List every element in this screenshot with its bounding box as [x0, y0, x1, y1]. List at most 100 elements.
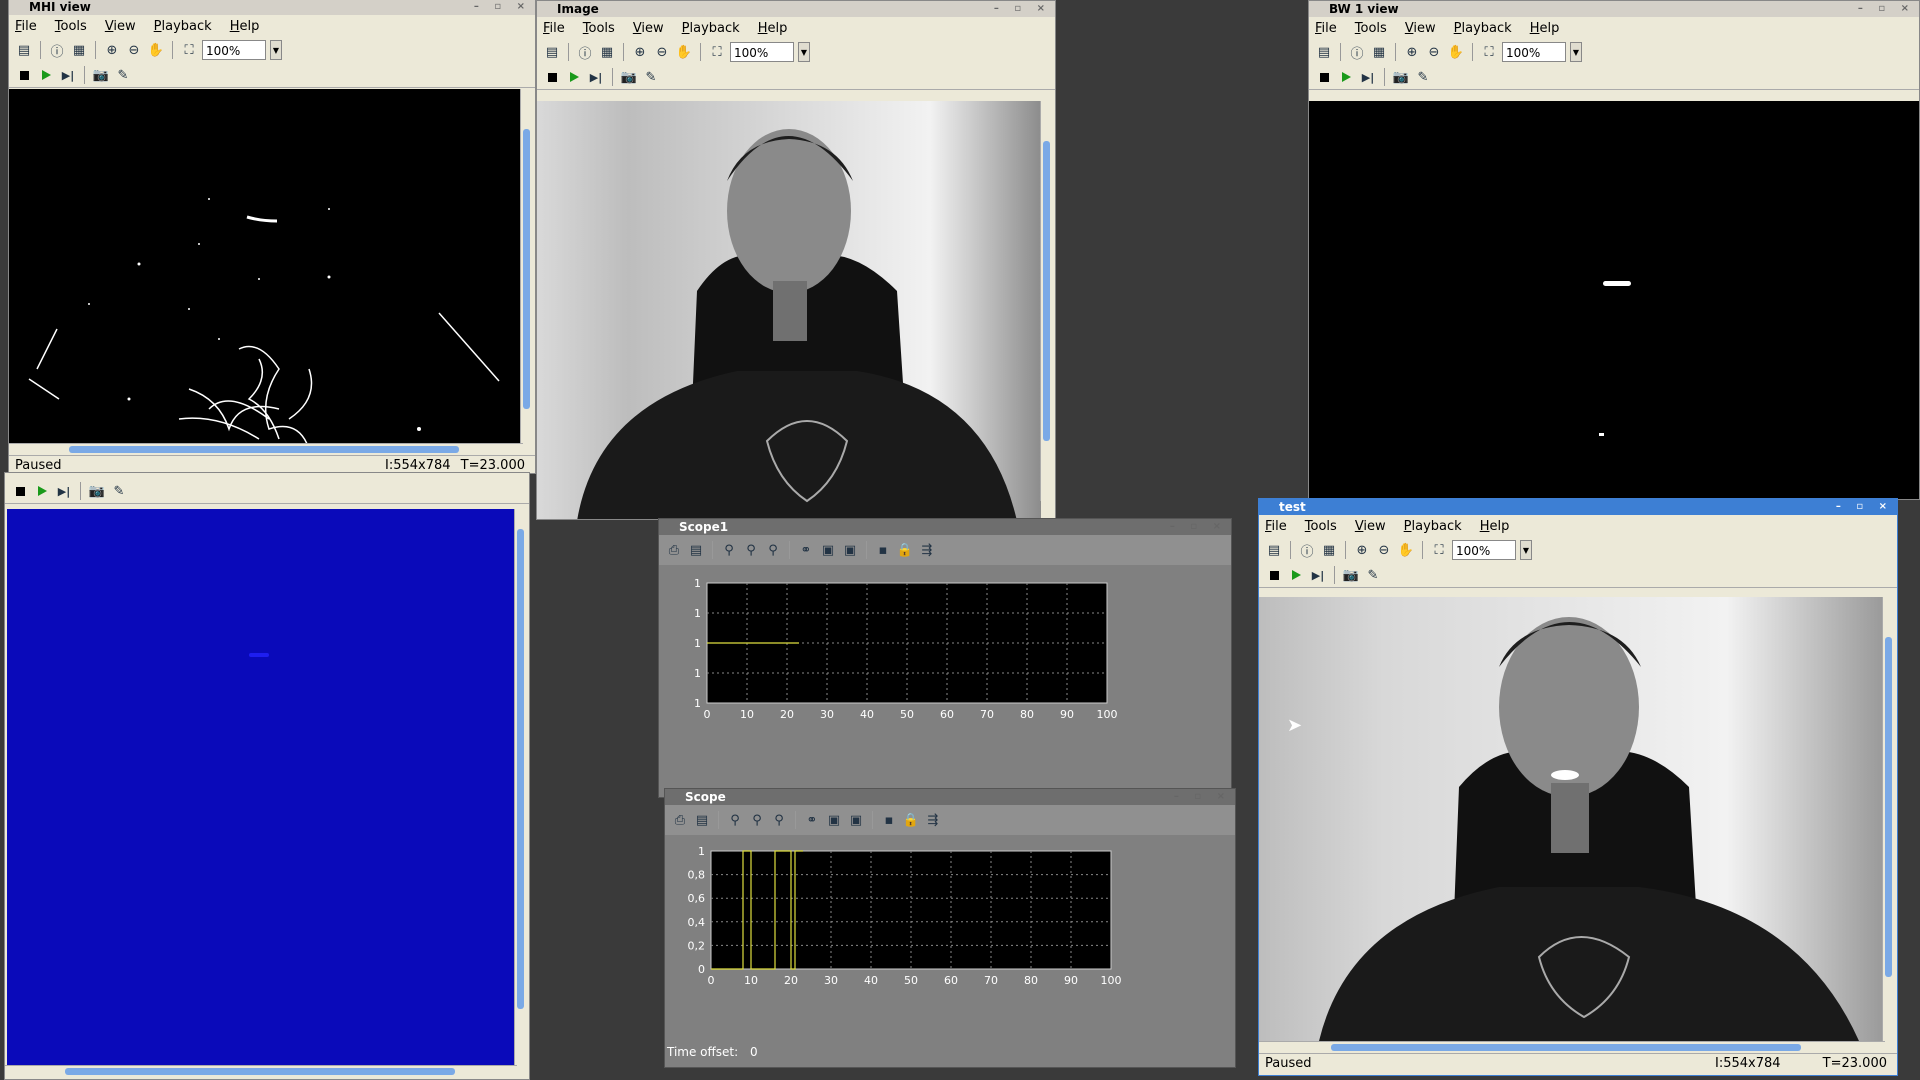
scroll-thumb[interactable]: [517, 529, 524, 1009]
zoom-icon[interactable]: ⚲: [720, 541, 738, 559]
window-controls[interactable]: – ▫ ×: [994, 1, 1051, 17]
pan-icon[interactable]: ✋: [675, 43, 693, 61]
fit-icon[interactable]: ⛶: [708, 43, 726, 61]
info-icon[interactable]: ⓘ: [576, 43, 594, 62]
menu-playback[interactable]: Playback: [1454, 21, 1512, 36]
chevron-down-icon[interactable]: ▼: [798, 42, 810, 62]
bw-title-bar[interactable]: BW 1 view – ▫ ×: [1309, 1, 1919, 17]
play-icon[interactable]: [565, 68, 583, 86]
window-controls[interactable]: – ▫ ×: [1836, 499, 1893, 515]
stop-icon[interactable]: [15, 66, 33, 84]
menu-file[interactable]: File: [1265, 519, 1287, 534]
menu-file[interactable]: File: [1315, 21, 1337, 36]
test-title-bar[interactable]: test – ▫ ×: [1259, 499, 1897, 515]
pixel-region-icon[interactable]: ▦: [70, 41, 88, 59]
snapshot-icon[interactable]: 📷: [92, 66, 110, 84]
parameters-icon[interactable]: ▤: [693, 811, 711, 829]
scroll-thumb[interactable]: [1885, 637, 1892, 977]
menu-tools[interactable]: Tools: [1305, 519, 1337, 534]
zoom-field[interactable]: 100%: [1452, 540, 1516, 560]
menu-view[interactable]: View: [1405, 21, 1436, 36]
blue-vertical-scrollbar[interactable]: [514, 509, 527, 1065]
zoom-in-icon[interactable]: ⊕: [631, 43, 649, 61]
print-icon[interactable]: ▤: [543, 43, 561, 61]
chevron-down-icon[interactable]: ▼: [1570, 42, 1582, 62]
zoom-field[interactable]: 100%: [730, 42, 794, 62]
zoom-in-icon[interactable]: ⊕: [1403, 43, 1421, 61]
scroll-thumb[interactable]: [69, 446, 459, 453]
info-icon[interactable]: ⓘ: [1348, 43, 1366, 62]
floating-scope-icon[interactable]: ▪: [874, 541, 892, 559]
info-icon[interactable]: ⓘ: [1298, 541, 1316, 560]
menu-view[interactable]: View: [105, 19, 136, 34]
test-vertical-scrollbar[interactable]: [1882, 597, 1895, 1041]
restore-axes-icon[interactable]: ▣: [841, 541, 859, 559]
zoom-y-icon[interactable]: ⚲: [770, 811, 788, 829]
print-icon[interactable]: ⎙: [665, 541, 683, 559]
scope-title-bar[interactable]: Scope – ▫ ×: [665, 789, 1235, 805]
highlight-icon[interactable]: ✎: [1364, 566, 1382, 584]
stop-icon[interactable]: [11, 482, 29, 500]
window-controls[interactable]: – ▫ ×: [1174, 789, 1231, 805]
restore-axes-icon[interactable]: ▣: [847, 811, 865, 829]
menu-file[interactable]: File: [543, 21, 565, 36]
snapshot-icon[interactable]: 📷: [1342, 566, 1360, 584]
mhi-title-bar[interactable]: MHI view – ▫ ×: [9, 0, 535, 15]
autoscale-icon[interactable]: ⚭: [803, 811, 821, 829]
fit-icon[interactable]: ⛶: [1430, 541, 1448, 559]
menu-help[interactable]: Help: [230, 19, 260, 34]
play-icon[interactable]: [37, 66, 55, 84]
zoom-field[interactable]: 100%: [202, 40, 266, 60]
save-axes-icon[interactable]: ▣: [825, 811, 843, 829]
highlight-icon[interactable]: ✎: [1414, 68, 1432, 86]
menu-file[interactable]: File: [15, 19, 37, 34]
step-forward-icon[interactable]: ▶|: [1309, 566, 1327, 584]
scroll-thumb[interactable]: [523, 129, 530, 409]
step-forward-icon[interactable]: ▶|: [1359, 68, 1377, 86]
menu-view[interactable]: View: [1355, 519, 1386, 534]
menu-playback[interactable]: Playback: [154, 19, 212, 34]
fit-icon[interactable]: ⛶: [1480, 43, 1498, 61]
stop-icon[interactable]: [1315, 68, 1333, 86]
snapshot-icon[interactable]: 📷: [620, 68, 638, 86]
menu-playback[interactable]: Playback: [682, 21, 740, 36]
menu-help[interactable]: Help: [1480, 519, 1510, 534]
window-controls[interactable]: – ▫ ×: [474, 0, 531, 15]
fit-icon[interactable]: ⛶: [180, 41, 198, 59]
pan-icon[interactable]: ✋: [1447, 43, 1465, 61]
menu-help[interactable]: Help: [1530, 21, 1560, 36]
stop-icon[interactable]: [1265, 566, 1283, 584]
pixel-region-icon[interactable]: ▦: [1370, 43, 1388, 61]
menu-help[interactable]: Help: [758, 21, 788, 36]
print-icon[interactable]: ⎙: [671, 811, 689, 829]
zoom-field[interactable]: 100%: [1502, 42, 1566, 62]
menu-tools[interactable]: Tools: [583, 21, 615, 36]
image-vertical-scrollbar[interactable]: [1040, 101, 1053, 501]
lock-icon[interactable]: 🔒: [896, 541, 914, 559]
menu-tools[interactable]: Tools: [55, 19, 87, 34]
print-icon[interactable]: ▤: [1265, 541, 1283, 559]
zoom-out-icon[interactable]: ⊖: [125, 41, 143, 59]
print-icon[interactable]: ▤: [15, 41, 33, 59]
info-icon[interactable]: ⓘ: [48, 41, 66, 60]
menu-tools[interactable]: Tools: [1355, 21, 1387, 36]
zoom-y-icon[interactable]: ⚲: [764, 541, 782, 559]
play-icon[interactable]: [1287, 566, 1305, 584]
highlight-icon[interactable]: ✎: [642, 68, 660, 86]
stop-icon[interactable]: [543, 68, 561, 86]
scroll-thumb[interactable]: [1331, 1044, 1801, 1051]
step-forward-icon[interactable]: ▶|: [55, 482, 73, 500]
pixel-region-icon[interactable]: ▦: [1320, 541, 1338, 559]
parameters-icon[interactable]: ▤: [687, 541, 705, 559]
chevron-down-icon[interactable]: ▼: [270, 40, 282, 60]
scroll-thumb[interactable]: [65, 1068, 455, 1075]
signal-selection-icon[interactable]: ⇶: [918, 541, 936, 559]
zoom-in-icon[interactable]: ⊕: [103, 41, 121, 59]
pan-icon[interactable]: ✋: [147, 41, 165, 59]
snapshot-icon[interactable]: 📷: [1392, 68, 1410, 86]
floating-scope-icon[interactable]: ▪: [880, 811, 898, 829]
signal-selection-icon[interactable]: ⇶: [924, 811, 942, 829]
zoom-out-icon[interactable]: ⊖: [1375, 541, 1393, 559]
pan-icon[interactable]: ✋: [1397, 541, 1415, 559]
highlight-icon[interactable]: ✎: [114, 66, 132, 84]
